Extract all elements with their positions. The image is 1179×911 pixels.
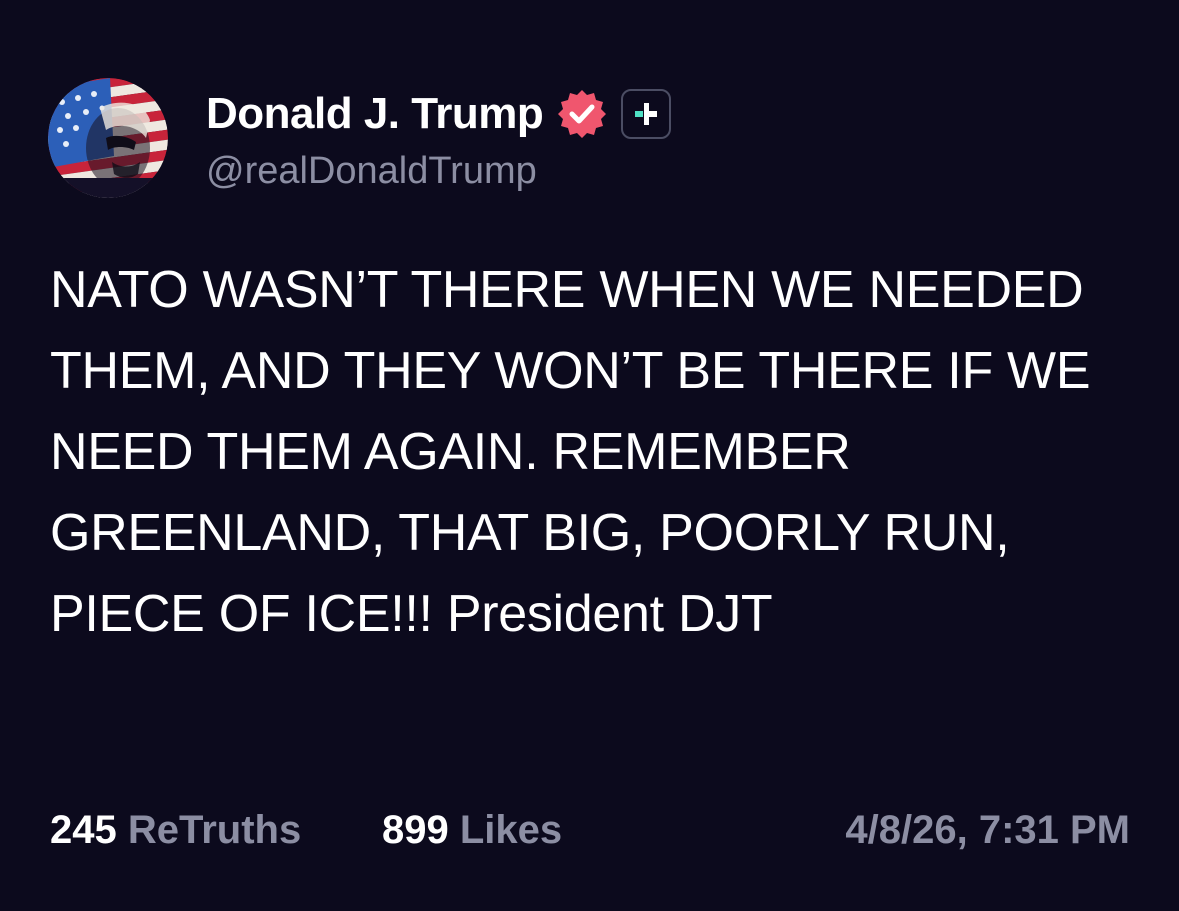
retruths-label: ReTruths [127,808,302,852]
likes-stat[interactable]: 899 Likes [382,808,562,853]
post-timestamp[interactable]: 4/8/26, 7:31 PM [845,808,1130,853]
retruths-count: 245 [50,808,117,852]
post-text: NATO WASN’T THERE WHEN WE NEEDED THEM, A… [50,261,1105,643]
verified-badge-icon [555,87,609,141]
author-name-row: Donald J. Trump [206,84,672,144]
likes-count: 899 [382,808,449,852]
likes-label: Likes [459,808,563,852]
avatar[interactable] [48,78,168,198]
author-display-name[interactable]: Donald J. Trump [206,89,544,139]
avatar-flag-portrait [48,78,168,198]
post-footer: 245 ReTruths 899 Likes 4/8/26, 7:31 PM [50,808,1130,858]
retruths-stat[interactable]: 245 ReTruths [50,808,301,853]
plus-badge-icon [621,89,672,139]
truth-post: Donald J. Trump @realDonaldTrump NATO WA… [0,0,1179,911]
author-handle[interactable]: @realDonaldTrump [206,150,537,193]
post-header: Donald J. Trump @realDonaldTrump [48,78,1128,198]
